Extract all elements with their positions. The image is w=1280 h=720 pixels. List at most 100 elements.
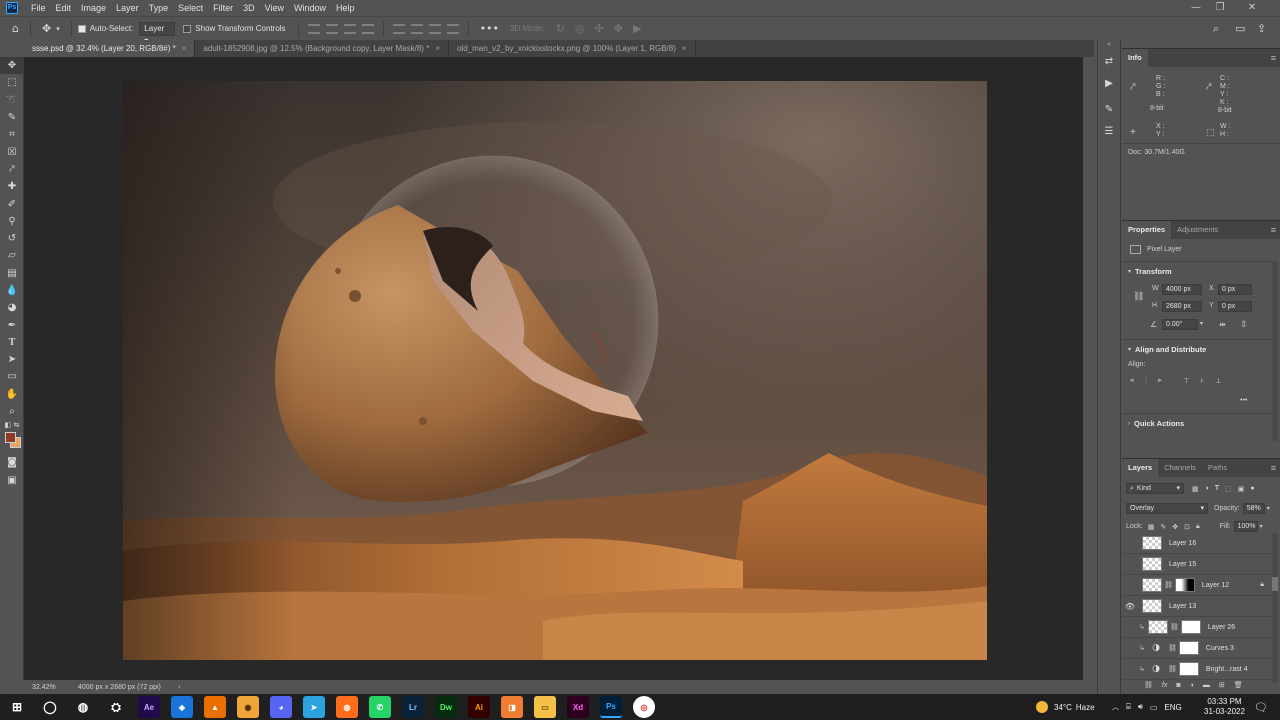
menu-layer[interactable]: Layer bbox=[111, 3, 144, 13]
tab-old-man-png[interactable]: old_man_v2_by_xnickixstockx.png @ 100% (… bbox=[449, 40, 696, 57]
y-field[interactable]: 0 px bbox=[1218, 301, 1252, 312]
eye-icon[interactable]: 👁︎ bbox=[1122, 602, 1138, 611]
menu-image[interactable]: Image bbox=[76, 3, 111, 13]
taskbar-app[interactable]: ◍ bbox=[336, 696, 358, 718]
show-transform-checkbox[interactable] bbox=[183, 24, 192, 33]
new-adjustment-icon[interactable]: ◑ bbox=[1190, 682, 1194, 689]
angle-field[interactable]: 0.00° bbox=[1162, 319, 1198, 330]
layer-row[interactable]: ⛓ Layer 12 🔒︎ bbox=[1122, 575, 1272, 596]
taskbar-app[interactable]: ◈ bbox=[171, 696, 193, 718]
adjustments-sliders-icon[interactable]: ☰ bbox=[1098, 120, 1120, 142]
align-center-h-icon[interactable]: ⫶ bbox=[1145, 377, 1147, 385]
close-icon[interactable]: × bbox=[682, 44, 687, 53]
auto-select-checkbox[interactable] bbox=[77, 24, 86, 33]
3d-roll-icon[interactable]: ◎ bbox=[575, 22, 585, 35]
3d-pan-icon[interactable]: ✣ bbox=[595, 22, 604, 35]
link-icon[interactable]: ⛓ bbox=[1133, 291, 1144, 302]
history-brush-tool-icon[interactable]: ↺ bbox=[0, 230, 24, 247]
document-canvas[interactable] bbox=[123, 81, 987, 660]
panel-menu-icon[interactable]: ≡ bbox=[1271, 225, 1276, 235]
taskbar-app[interactable]: ➤ bbox=[303, 696, 325, 718]
search-icon[interactable]: ⌕ bbox=[1213, 22, 1219, 36]
lock-all-icon[interactable]: 🔒︎ bbox=[1196, 523, 1200, 531]
3d-camera-icon[interactable]: ▶ bbox=[633, 22, 641, 35]
rectangle-tool-icon[interactable]: ▭ bbox=[0, 368, 24, 385]
zoom-level[interactable]: 32.42% bbox=[32, 684, 76, 691]
chevron-up-icon[interactable]: ︿ bbox=[1112, 702, 1119, 712]
panel-menu-icon[interactable]: ≡ bbox=[1271, 53, 1276, 63]
taskbar-app[interactable]: Ae bbox=[138, 696, 160, 718]
taskbar-app[interactable]: Xd bbox=[567, 696, 589, 718]
new-layer-icon[interactable]: ⊞ bbox=[1219, 681, 1225, 689]
notification-icon[interactable]: 🗨︎ bbox=[1254, 694, 1268, 720]
brush-tool-icon[interactable]: ✐ bbox=[0, 195, 24, 212]
menu-select[interactable]: Select bbox=[173, 3, 208, 13]
media-app-icon[interactable]: ⛭ bbox=[105, 696, 127, 718]
filter-shape-icon[interactable]: ⬚ bbox=[1225, 485, 1232, 493]
tab-info[interactable]: Info bbox=[1122, 49, 1148, 67]
add-mask-icon[interactable]: ◙ bbox=[1176, 682, 1180, 689]
path-selection-tool-icon[interactable]: ➤ bbox=[0, 351, 24, 368]
layer-mask-thumbnail[interactable] bbox=[1174, 578, 1195, 592]
collapse-icon[interactable]: « bbox=[1098, 40, 1120, 50]
taskbar-app[interactable]: ◕ bbox=[270, 696, 292, 718]
taskbar-app[interactable]: ◉ bbox=[237, 696, 259, 718]
blend-mode-dropdown[interactable]: Overlay ▾ bbox=[1126, 503, 1208, 514]
menu-3d[interactable]: 3D bbox=[238, 3, 260, 13]
align-section-header[interactable]: ▾ Align and Distribute bbox=[1128, 345, 1206, 354]
close-icon[interactable]: × bbox=[435, 44, 440, 53]
layer-mask-thumbnail[interactable] bbox=[1178, 641, 1199, 655]
gradient-tool-icon[interactable]: ▤ bbox=[0, 265, 24, 282]
status-menu-arrow[interactable]: › bbox=[178, 684, 180, 691]
brush-settings-icon[interactable]: ✎ bbox=[1098, 98, 1120, 120]
chevron-down-icon[interactable]: ▾ bbox=[1260, 523, 1263, 530]
tab-properties[interactable]: Properties bbox=[1122, 221, 1172, 239]
distribute-horizontal-icon[interactable] bbox=[446, 23, 459, 34]
volume-icon[interactable]: 🔊︎ bbox=[1138, 702, 1143, 712]
dodge-tool-icon[interactable]: ◕ bbox=[0, 299, 24, 316]
flip-vertical-icon[interactable]: ⇳ bbox=[1240, 319, 1248, 330]
close-window-icon[interactable]: ✕ bbox=[1240, 0, 1264, 16]
tab-layers[interactable]: Layers bbox=[1122, 459, 1159, 477]
taskbar-app[interactable]: Lr bbox=[402, 696, 424, 718]
align-bottom-edges-icon[interactable] bbox=[428, 23, 441, 34]
battery-icon[interactable]: ▭ bbox=[1150, 703, 1158, 712]
crop-tool-icon[interactable]: ⌗ bbox=[0, 126, 24, 143]
layer-row[interactable]: Layer 15 bbox=[1122, 554, 1272, 575]
chevron-down-icon[interactable]: ▾ bbox=[1200, 320, 1203, 327]
x-field[interactable]: 0 px bbox=[1218, 284, 1252, 295]
align-top-edges-icon[interactable] bbox=[392, 23, 405, 34]
healing-brush-tool-icon[interactable]: ✚ bbox=[0, 178, 24, 195]
quick-actions-header[interactable]: › Quick Actions bbox=[1128, 419, 1184, 428]
tab-adult-jpg[interactable]: adult-1852908.jpg @ 12.5% (Background co… bbox=[195, 40, 449, 57]
quick-mask-icon[interactable]: ◙ bbox=[0, 454, 24, 471]
layer-row[interactable]: ↳ ◑ ⛓ Curves 3 bbox=[1122, 638, 1272, 659]
align-left-icon[interactable]: ⫷ bbox=[1130, 377, 1134, 385]
clone-stamp-tool-icon[interactable]: ⚲ bbox=[0, 213, 24, 230]
lock-position-icon[interactable]: ✥ bbox=[1172, 523, 1178, 531]
3d-slide-icon[interactable]: ✥ bbox=[614, 22, 623, 35]
menu-file[interactable]: File bbox=[26, 3, 51, 13]
align-right-edges-icon[interactable] bbox=[343, 23, 356, 34]
menu-type[interactable]: Type bbox=[144, 3, 174, 13]
camera-app-icon[interactable]: ◍ bbox=[72, 696, 94, 718]
move-tool-icon[interactable]: ✥ bbox=[0, 57, 24, 75]
layer-mask-thumbnail[interactable] bbox=[1180, 620, 1201, 634]
properties-scrollbar[interactable] bbox=[1272, 261, 1278, 441]
filter-toggle-icon[interactable]: ● bbox=[1250, 485, 1254, 492]
width-field[interactable]: 4000 px bbox=[1162, 284, 1202, 295]
weather-widget[interactable]: 34°C Haze bbox=[1036, 694, 1095, 720]
taskbar-app[interactable]: ✆ bbox=[369, 696, 391, 718]
minimize-icon[interactable]: — bbox=[1184, 0, 1208, 16]
frame-tool-icon[interactable]: ☒ bbox=[0, 143, 24, 160]
taskbar-app[interactable]: ▲ bbox=[204, 696, 226, 718]
distribute-vertical-icon[interactable] bbox=[361, 23, 374, 34]
fx-icon[interactable]: fx bbox=[1162, 682, 1167, 689]
taskbar-app[interactable]: Dw bbox=[435, 696, 457, 718]
layer-mask-thumbnail[interactable] bbox=[1178, 662, 1199, 676]
type-tool-icon[interactable]: T bbox=[0, 334, 24, 351]
taskbar-app[interactable]: Ps bbox=[600, 696, 622, 718]
layers-scrollbar[interactable] bbox=[1272, 533, 1278, 683]
windows-start-icon[interactable]: ⊞ bbox=[6, 696, 28, 718]
share-icon[interactable]: ⇪ bbox=[1257, 22, 1266, 35]
